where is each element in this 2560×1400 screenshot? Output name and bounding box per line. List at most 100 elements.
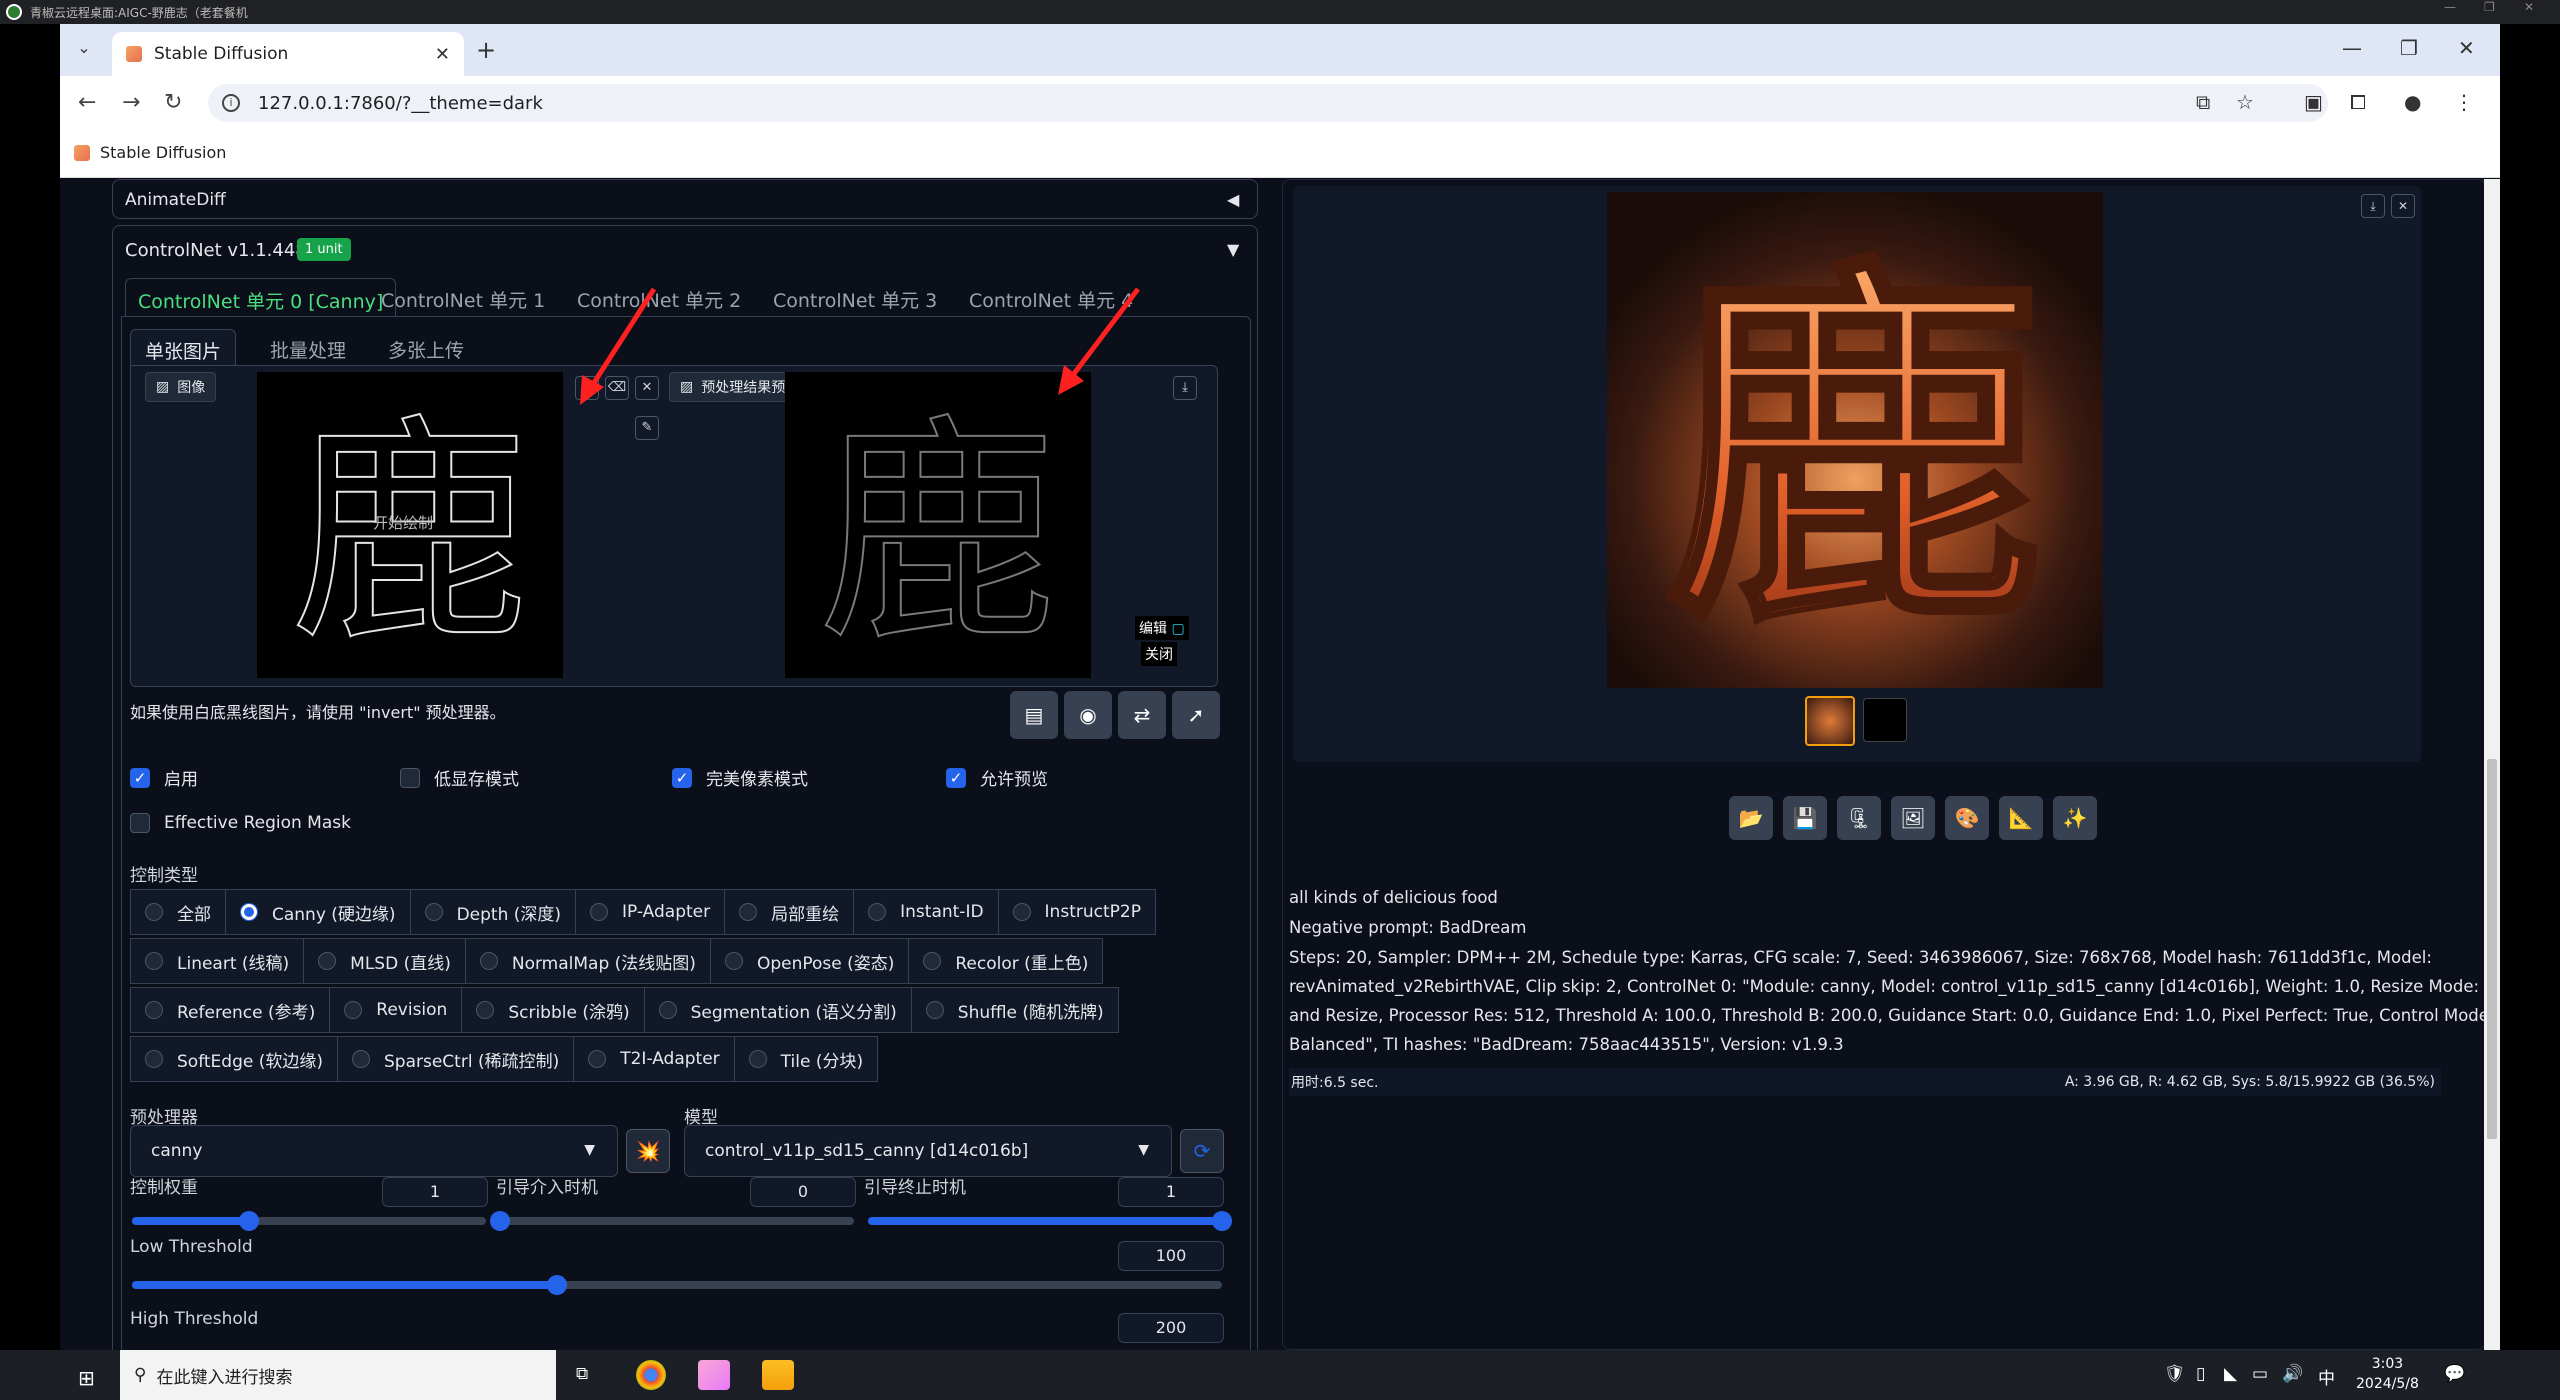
send-to-extras-icon[interactable]: 📐 bbox=[1999, 796, 2043, 840]
tab-multi-upload[interactable]: 多张上传 bbox=[374, 329, 478, 365]
radio-canny[interactable]: Canny (硬边缘) bbox=[225, 889, 411, 935]
refresh-models-icon[interactable]: ⟳ bbox=[1180, 1129, 1224, 1173]
restore-icon[interactable]: ❐ bbox=[2400, 36, 2418, 60]
tab-single-image[interactable]: 单张图片 bbox=[130, 329, 237, 365]
run-preprocessor-icon[interactable]: 💥 bbox=[626, 1129, 670, 1173]
browser-tab[interactable]: Stable Diffusion ✕ bbox=[112, 32, 464, 76]
back-icon[interactable]: ← bbox=[78, 90, 96, 115]
radio-mlsd[interactable]: MLSD (直线) bbox=[303, 938, 466, 984]
remote-restore-icon[interactable]: ❐ bbox=[2484, 0, 2495, 14]
profile-icon[interactable]: ● bbox=[2404, 90, 2421, 114]
radio-inpaint[interactable]: 局部重绘 bbox=[724, 889, 855, 935]
speaker-icon[interactable]: 🔊 bbox=[2282, 1364, 2303, 1384]
bookmark-item[interactable]: Stable Diffusion bbox=[100, 143, 226, 162]
network-icon[interactable]: ▭ bbox=[2252, 1364, 2268, 1384]
guidance-start-slider[interactable] bbox=[490, 1211, 854, 1231]
model-select[interactable]: control_v11p_sd15_canny [d14c016b] ▼ bbox=[684, 1125, 1172, 1177]
radio-depth[interactable]: Depth (深度) bbox=[409, 889, 577, 935]
extension-p-icon[interactable]: ▣ bbox=[2304, 90, 2323, 114]
reload-icon[interactable]: ↻ bbox=[164, 90, 182, 115]
usb-icon[interactable]: ▯ bbox=[2196, 1364, 2205, 1384]
tab-controlnet-unit-0[interactable]: ControlNet 单元 0 [Canny] bbox=[125, 278, 397, 316]
thumbnail-result[interactable] bbox=[1805, 696, 1855, 746]
mirror-webcam-icon[interactable]: ⇄ bbox=[1118, 691, 1166, 739]
guidance-end-slider[interactable] bbox=[868, 1211, 1232, 1231]
page-scrollbar[interactable] bbox=[2484, 179, 2500, 1350]
tab-controlnet-unit-1[interactable]: ControlNet 单元 1 bbox=[369, 278, 557, 316]
radio-openpose[interactable]: OpenPose (姿态) bbox=[709, 938, 910, 984]
open-folder-icon[interactable]: 📂 bbox=[1729, 796, 1773, 840]
send-dimensions-icon[interactable]: ➚ bbox=[1172, 691, 1220, 739]
close-preview-button[interactable]: 关闭 bbox=[1141, 642, 1177, 666]
chrome-taskbar-icon[interactable] bbox=[636, 1360, 666, 1390]
radio-scribble[interactable]: Scribble (涂鸦) bbox=[461, 987, 645, 1033]
translate-icon[interactable]: ⧉ bbox=[2196, 90, 2210, 114]
animatediff-accordion[interactable]: AnimateDiff ◀ bbox=[112, 179, 1258, 219]
radio-t2i-adapter[interactable]: T2I-Adapter bbox=[573, 1036, 735, 1082]
taskbar-search[interactable]: ⚲ 在此键入进行搜索 bbox=[120, 1350, 556, 1400]
webcam-icon[interactable]: ◉ bbox=[1064, 691, 1112, 739]
clock[interactable]: 3:03 2024/5/8 bbox=[2356, 1354, 2419, 1394]
forward-icon[interactable]: → bbox=[122, 90, 140, 115]
enable-checkbox[interactable]: ✓ 启用 bbox=[130, 765, 198, 790]
thumbnail-preprocess[interactable] bbox=[1863, 698, 1907, 742]
menu-icon[interactable]: ⋮ bbox=[2454, 90, 2474, 114]
radio-revision[interactable]: Revision bbox=[329, 987, 463, 1033]
radio-all[interactable]: 全部 bbox=[130, 889, 226, 935]
radio-shuffle[interactable]: Shuffle (随机洗牌) bbox=[910, 987, 1119, 1033]
notifications-icon[interactable]: 💬 bbox=[2444, 1364, 2465, 1384]
guidance-start-input[interactable]: 0 bbox=[750, 1177, 856, 1207]
radio-normalmap[interactable]: NormalMap (法线贴图) bbox=[464, 938, 711, 984]
nvidia-icon[interactable]: ◣ bbox=[2224, 1364, 2237, 1384]
save-icon[interactable]: 💾 bbox=[1783, 796, 1827, 840]
remote-close-icon[interactable]: ✕ bbox=[2524, 0, 2534, 14]
effective-region-mask-checkbox[interactable]: Effective Region Mask bbox=[130, 813, 351, 833]
collapse-down-icon[interactable]: ▼ bbox=[1227, 240, 1239, 259]
radio-instant-id[interactable]: Instant-ID bbox=[853, 889, 999, 935]
send-to-inpaint-icon[interactable]: 🎨 bbox=[1945, 796, 1989, 840]
security-icon[interactable]: 🛡 bbox=[2164, 1364, 2186, 1384]
send-to-img2img-icon[interactable]: 🖼 bbox=[1891, 796, 1935, 840]
guidance-end-input[interactable]: 1 bbox=[1118, 1177, 1224, 1207]
radio-reference[interactable]: Reference (参考) bbox=[130, 987, 331, 1033]
zip-icon[interactable]: 🗜 bbox=[1837, 796, 1881, 840]
radio-lineart[interactable]: Lineart (线稿) bbox=[130, 938, 305, 984]
scrollbar-thumb[interactable] bbox=[2487, 759, 2497, 1139]
generated-image[interactable]: 鹿 bbox=[1607, 192, 2103, 688]
close-window-icon[interactable]: ✕ bbox=[2458, 36, 2475, 60]
start-drawing-hint[interactable]: 开始绘制 bbox=[373, 512, 433, 533]
radio-instructp2p[interactable]: InstructP2P bbox=[997, 889, 1156, 935]
input-image-canvas[interactable]: 鹿 开始绘制 bbox=[257, 372, 563, 678]
radio-softedge[interactable]: SoftEdge (软边缘) bbox=[130, 1036, 338, 1082]
brush-icon[interactable]: ✎ bbox=[635, 416, 659, 440]
new-canvas-icon[interactable]: ▤ bbox=[1010, 691, 1058, 739]
edit-button[interactable]: 编辑 ▢ bbox=[1135, 616, 1189, 640]
control-weight-input[interactable]: 1 bbox=[382, 1177, 488, 1207]
remote-minimize-icon[interactable]: — bbox=[2444, 0, 2456, 14]
address-bar[interactable]: i 127.0.0.1:7860/?__theme=dark bbox=[208, 84, 2328, 122]
extensions-icon[interactable]: ⧠ bbox=[2350, 90, 2366, 114]
close-output-icon[interactable]: ✕ bbox=[2391, 194, 2415, 218]
control-weight-slider[interactable] bbox=[132, 1211, 486, 1231]
new-tab-icon[interactable]: + bbox=[476, 36, 496, 64]
preprocessor-select[interactable]: canny ▼ bbox=[130, 1125, 618, 1177]
generate-sparkle-icon[interactable]: ✨ bbox=[2053, 796, 2097, 840]
allow-preview-checkbox[interactable]: ✓ 允许预览 bbox=[946, 765, 1048, 790]
windows-start-icon[interactable]: ⊞ bbox=[78, 1366, 95, 1390]
minimize-icon[interactable]: — bbox=[2342, 36, 2362, 60]
url-text[interactable]: 127.0.0.1:7860/?__theme=dark bbox=[258, 93, 543, 114]
high-threshold-input[interactable]: 200 bbox=[1118, 1313, 1224, 1343]
pixel-perfect-checkbox[interactable]: ✓ 完美像素模式 bbox=[672, 765, 808, 790]
low-threshold-input[interactable]: 100 bbox=[1118, 1241, 1224, 1271]
download-output-icon[interactable]: ⤓ bbox=[2361, 194, 2385, 218]
low-vram-checkbox[interactable]: 低显存模式 bbox=[400, 765, 519, 790]
radio-tile[interactable]: Tile (分块) bbox=[733, 1036, 879, 1082]
tab-close-icon[interactable]: ✕ bbox=[435, 44, 450, 65]
radio-sparsectrl[interactable]: SparseCtrl (稀疏控制) bbox=[337, 1036, 575, 1082]
tab-search-icon[interactable]: ⌄ bbox=[72, 38, 96, 62]
ime-indicator[interactable]: 中 bbox=[2318, 1364, 2335, 1389]
task-view-icon[interactable]: ⧉ bbox=[576, 1364, 588, 1384]
radio-segmentation[interactable]: Segmentation (语义分割) bbox=[643, 987, 912, 1033]
bookmark-star-icon[interactable]: ☆ bbox=[2236, 90, 2254, 114]
collapse-left-icon[interactable]: ◀ bbox=[1227, 190, 1239, 209]
